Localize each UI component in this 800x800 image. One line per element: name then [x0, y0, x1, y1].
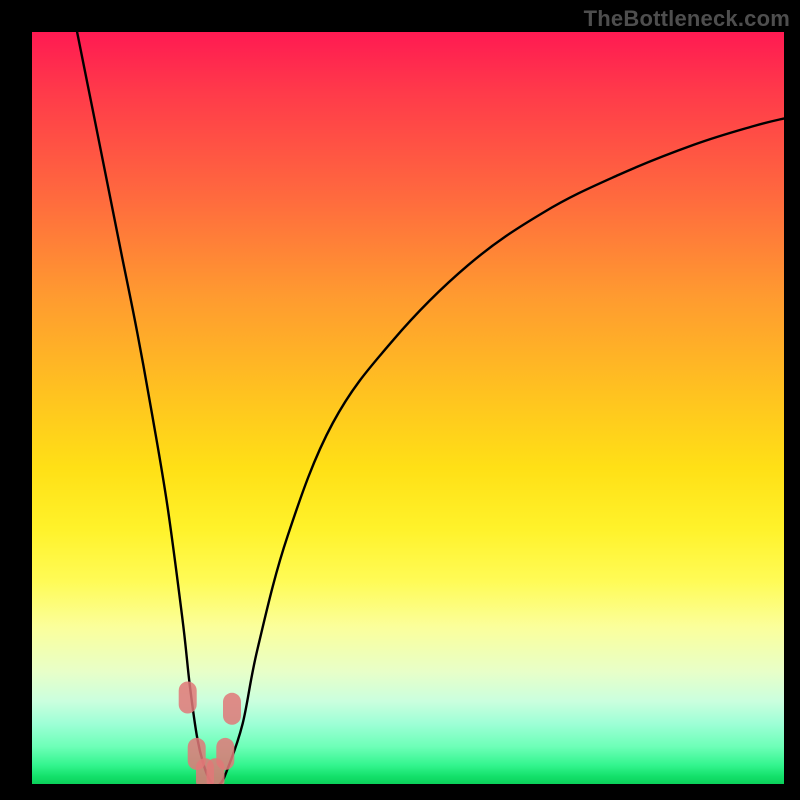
curve-layer: [32, 32, 784, 784]
marker-point: [179, 682, 197, 714]
plot-area: [32, 32, 784, 784]
curve-markers: [179, 682, 241, 785]
chart-frame: TheBottleneck.com: [0, 0, 800, 800]
watermark-text: TheBottleneck.com: [584, 6, 790, 32]
marker-point: [223, 693, 241, 725]
marker-point: [216, 738, 234, 770]
bottleneck-curve: [77, 32, 784, 784]
